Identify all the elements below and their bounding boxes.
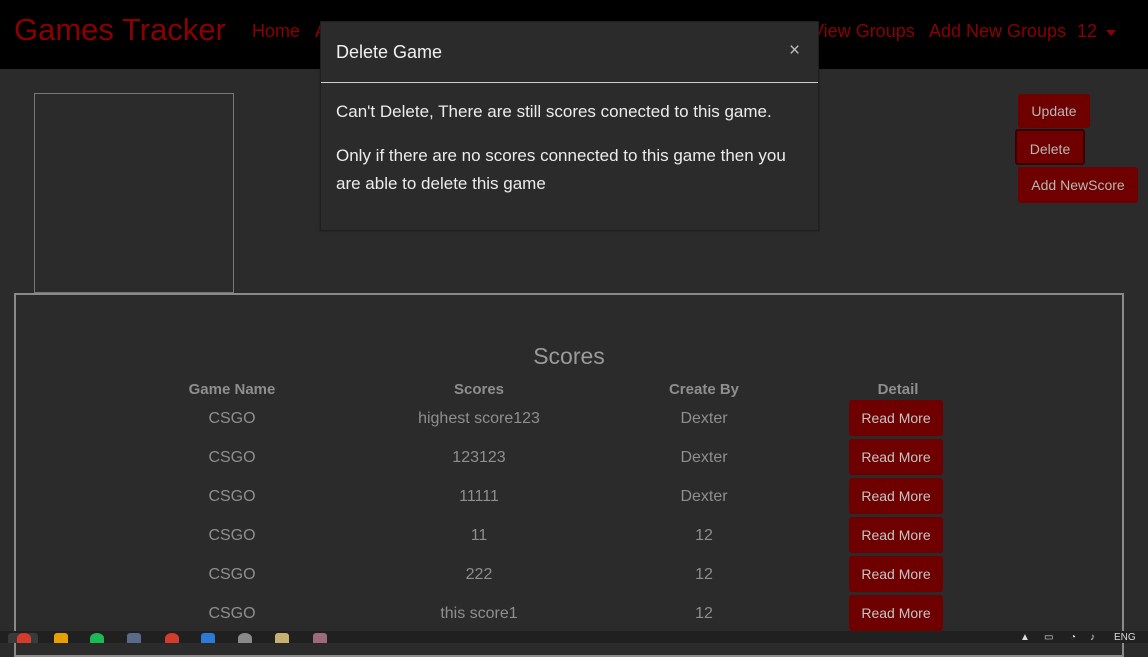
paint-icon[interactable] (313, 633, 327, 643)
table-cell-creator: 12 (695, 527, 713, 544)
table-cell-game: CSGO (208, 566, 256, 583)
table-cell-game: CSGO (208, 410, 256, 427)
table-cell-creator: Dexter (680, 488, 728, 505)
modal-message-info: Only if there are no scores connected to… (336, 146, 786, 193)
table-cell-creator: Dexter (680, 449, 728, 466)
caret-down-icon[interactable] (1106, 30, 1116, 36)
add-new-score-button[interactable]: Add NewScore (1018, 167, 1138, 203)
nav-add-new-groups[interactable]: Add New Groups (929, 21, 1066, 42)
vscode-icon[interactable] (201, 633, 215, 643)
read-more-button[interactable]: Read More (849, 595, 943, 631)
volume-icon[interactable]: ♪ (1090, 632, 1095, 643)
read-more-button[interactable]: Read More (849, 439, 943, 475)
table-cell-score: 11 (470, 527, 488, 544)
github-icon[interactable] (238, 633, 252, 643)
tray-chevron-icon[interactable]: ▲ (1020, 632, 1030, 643)
chrome-icon[interactable] (17, 633, 31, 643)
table-cell-game: CSGO (208, 449, 256, 466)
nav-view-groups[interactable]: View Groups (812, 21, 915, 42)
header-detail: Detail (877, 381, 919, 398)
spotify-icon[interactable] (90, 633, 104, 643)
table-cell-score: highest score123 (418, 410, 540, 427)
nav-home[interactable]: Home (252, 21, 300, 42)
modal-title: Delete Game (336, 42, 443, 62)
modal-header: Delete Game × (321, 22, 818, 83)
update-button[interactable]: Update (1018, 94, 1090, 128)
delete-game-modal: Delete Game × Can't Delete, There are st… (320, 21, 819, 231)
scores-panel: Scores Game Name Scores Create By Detail… (14, 293, 1124, 657)
header-scores: Scores (453, 381, 505, 398)
table-cell-score: 11111 (459, 488, 499, 505)
notepad-icon[interactable] (275, 633, 289, 643)
table-cell-creator: 12 (695, 566, 713, 583)
wifi-icon[interactable]: ◔ (1070, 632, 1076, 643)
table-cell-score: 222 (465, 566, 493, 583)
read-more-button[interactable]: Read More (849, 400, 943, 436)
table-cell-score: this score1 (440, 605, 518, 622)
read-more-button[interactable]: Read More (849, 556, 943, 592)
modal-message-error: Can't Delete, There are still scores con… (336, 102, 772, 121)
table-cell-game: CSGO (208, 605, 256, 622)
chrome-icon-2[interactable] (165, 633, 179, 643)
table-cell-game: CSGO (208, 527, 256, 544)
close-icon[interactable]: × (789, 40, 800, 62)
table-cell-creator: Dexter (680, 410, 728, 427)
language-indicator[interactable]: ENG (1114, 632, 1136, 643)
nav-user-dropdown[interactable]: 12 (1077, 21, 1097, 42)
read-more-button[interactable]: Read More (849, 478, 943, 514)
game-image (34, 93, 234, 293)
brand-title[interactable]: Games Tracker (14, 12, 226, 48)
table-cell-game: CSGO (208, 488, 256, 505)
read-more-button[interactable]: Read More (849, 517, 943, 553)
battery-icon[interactable]: ▭ (1044, 632, 1053, 643)
steam-icon[interactable] (127, 633, 141, 643)
table-cell-score: 123123 (452, 449, 506, 466)
header-game-name: Game Name (188, 381, 276, 398)
table-cell-creator: 12 (695, 605, 713, 622)
files-icon[interactable] (54, 633, 68, 643)
header-create-by: Create By (668, 381, 740, 398)
delete-button[interactable]: Delete (1015, 129, 1085, 165)
scores-title: Scores (533, 343, 605, 369)
